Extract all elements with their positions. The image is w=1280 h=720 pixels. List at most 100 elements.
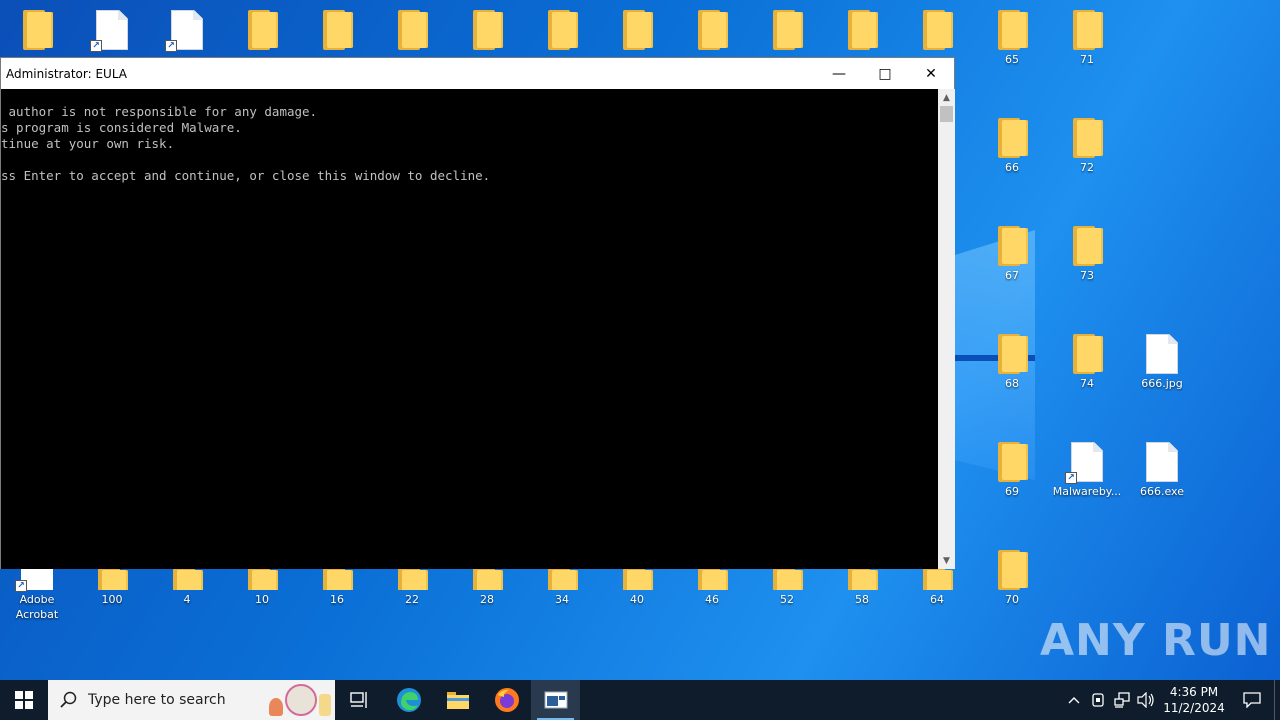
- scroll-down-icon[interactable]: ▼: [938, 552, 955, 569]
- folder-icon: [1071, 10, 1103, 50]
- icon-label: 65: [1005, 53, 1019, 66]
- tray-volume-button[interactable]: [1134, 680, 1158, 720]
- folder-icon: [1071, 118, 1103, 158]
- desktop-icon-shortcut[interactable]: ↗: [150, 10, 224, 52]
- desktop-icon-folder[interactable]: [900, 10, 974, 50]
- desktop-icon-folder-71[interactable]: 71: [1050, 10, 1124, 67]
- desktop-icon-folder[interactable]: [825, 10, 899, 50]
- desktop-icon-folder-66[interactable]: 66: [975, 118, 1049, 175]
- desktop-icon-folder[interactable]: [450, 10, 524, 50]
- desktop-icon-folder[interactable]: [300, 10, 374, 50]
- icon-label: 666.exe: [1139, 485, 1184, 498]
- desktop-icon-folder-46[interactable]: 46: [675, 568, 749, 607]
- icon-label: 72: [1080, 161, 1094, 174]
- close-button[interactable]: ✕: [908, 58, 954, 89]
- folder-icon: [171, 568, 203, 590]
- desktop-icon-folder-67[interactable]: 67: [975, 226, 1049, 283]
- icon-label: 22: [405, 593, 419, 606]
- desktop-icon-folder-72[interactable]: 72: [1050, 118, 1124, 175]
- taskbar: Type here to search 4:36 PM 11/2/2024: [0, 680, 1280, 720]
- document-icon: [1146, 442, 1178, 482]
- desktop-icon-666-exe[interactable]: 666.exe: [1125, 442, 1199, 499]
- folder-icon: [246, 568, 278, 590]
- icon-label: 58: [855, 593, 869, 606]
- taskbar-search-box[interactable]: Type here to search: [48, 680, 335, 720]
- console-app-icon: [544, 691, 567, 709]
- desktop-icon-folder-68[interactable]: 68: [975, 334, 1049, 391]
- window-titlebar[interactable]: Administrator: EULA — □ ✕: [1, 58, 954, 89]
- desktop-icon-folder-52[interactable]: 52: [750, 568, 824, 607]
- desktop-icon-adobe-acrobat[interactable]: ↗ Adobe Acrobat: [0, 568, 74, 622]
- desktop-icon-folder-34[interactable]: 34: [525, 568, 599, 607]
- window-title: Administrator: EULA: [6, 66, 127, 81]
- desktop-icon-folder-4[interactable]: 4: [150, 568, 224, 607]
- taskbar-clock[interactable]: 4:36 PM 11/2/2024: [1158, 684, 1230, 716]
- taskbar-file-explorer[interactable]: [433, 680, 482, 720]
- folder-icon: [771, 10, 803, 50]
- icon-label: 4: [183, 593, 191, 606]
- shortcut-arrow-icon: ↗: [90, 40, 102, 52]
- vertical-scrollbar[interactable]: ▲ ▼: [938, 89, 955, 569]
- console-line: author is not responsible for any damage…: [1, 104, 318, 119]
- icon-label: 34: [555, 593, 569, 606]
- search-highlight-art: [269, 684, 331, 716]
- desktop-icon-folder-69[interactable]: 69: [975, 442, 1049, 499]
- icon-label: Adobe Acrobat: [15, 593, 59, 621]
- folder-icon: [921, 10, 953, 50]
- desktop-icon-malwarebytes-shortcut[interactable]: ↗ Malwareby...: [1050, 442, 1124, 499]
- taskbar-edge[interactable]: [384, 680, 433, 720]
- scroll-up-icon[interactable]: ▲: [938, 89, 955, 106]
- flower-icon: [269, 698, 283, 716]
- desktop-icon-folder[interactable]: [525, 10, 599, 50]
- folder-icon: [921, 568, 953, 590]
- folder-icon: [396, 568, 428, 590]
- desktop-icon-folder[interactable]: [0, 10, 74, 50]
- desktop-icon-folder-64[interactable]: 64: [900, 568, 974, 607]
- desktop-icon-folder[interactable]: [675, 10, 749, 50]
- console-window[interactable]: Administrator: EULA — □ ✕ author is not …: [0, 57, 955, 569]
- show-desktop-button[interactable]: [1274, 680, 1280, 720]
- tray-device-button[interactable]: [1086, 680, 1110, 720]
- icon-label: 16: [330, 593, 344, 606]
- desktop-icon-folder-73[interactable]: 73: [1050, 226, 1124, 283]
- taskbar-firefox[interactable]: [482, 680, 531, 720]
- folder-icon: [321, 10, 353, 50]
- tray-network-button[interactable]: [1110, 680, 1134, 720]
- scroll-thumb[interactable]: [940, 106, 953, 122]
- desktop-icon-folder-58[interactable]: 58: [825, 568, 899, 607]
- icon-label: Malwareby...: [1052, 485, 1122, 498]
- icon-label: 666.jpg: [1141, 377, 1183, 390]
- folder-icon: [696, 10, 728, 50]
- desktop-icon-folder[interactable]: [750, 10, 824, 50]
- desktop-icon-folder-70[interactable]: 70: [975, 550, 1049, 607]
- folder-icon: [771, 568, 803, 590]
- device-icon: [1092, 693, 1104, 707]
- folder-icon: [546, 10, 578, 50]
- desktop-icon-folder-16[interactable]: 16: [300, 568, 374, 607]
- action-center-button[interactable]: [1230, 680, 1274, 720]
- folder-icon: [321, 568, 353, 590]
- desktop-icon-folder[interactable]: [375, 10, 449, 50]
- desktop-icon-folder-22[interactable]: 22: [375, 568, 449, 607]
- task-view-button[interactable]: [335, 680, 384, 720]
- desktop-icon-666-jpg[interactable]: 666.jpg: [1125, 334, 1199, 391]
- folder-icon: [846, 568, 878, 590]
- desktop-icon-shortcut[interactable]: ↗: [75, 10, 149, 52]
- desktop-icon-folder[interactable]: [600, 10, 674, 50]
- maximize-button[interactable]: □: [862, 58, 908, 89]
- start-button[interactable]: [0, 680, 48, 720]
- desktop-icon-folder-40[interactable]: 40: [600, 568, 674, 607]
- minimize-button[interactable]: —: [816, 58, 862, 89]
- taskbar-console[interactable]: [531, 680, 580, 720]
- show-hidden-icons-button[interactable]: [1062, 680, 1086, 720]
- desktop-icon-folder[interactable]: [225, 10, 299, 50]
- icon-label: 100: [101, 593, 123, 606]
- desktop-icon-folder-74[interactable]: 74: [1050, 334, 1124, 391]
- desktop-icon-folder-28[interactable]: 28: [450, 568, 524, 607]
- desktop-icon-folder-100[interactable]: 100: [75, 568, 149, 607]
- desktop-icon-folder-65[interactable]: 65: [975, 10, 1049, 67]
- desktop-icon-folder-10[interactable]: 10: [225, 568, 299, 607]
- console-output[interactable]: author is not responsible for any damage…: [1, 89, 938, 569]
- search-icon: [60, 691, 77, 708]
- chevron-up-icon: [1068, 697, 1080, 704]
